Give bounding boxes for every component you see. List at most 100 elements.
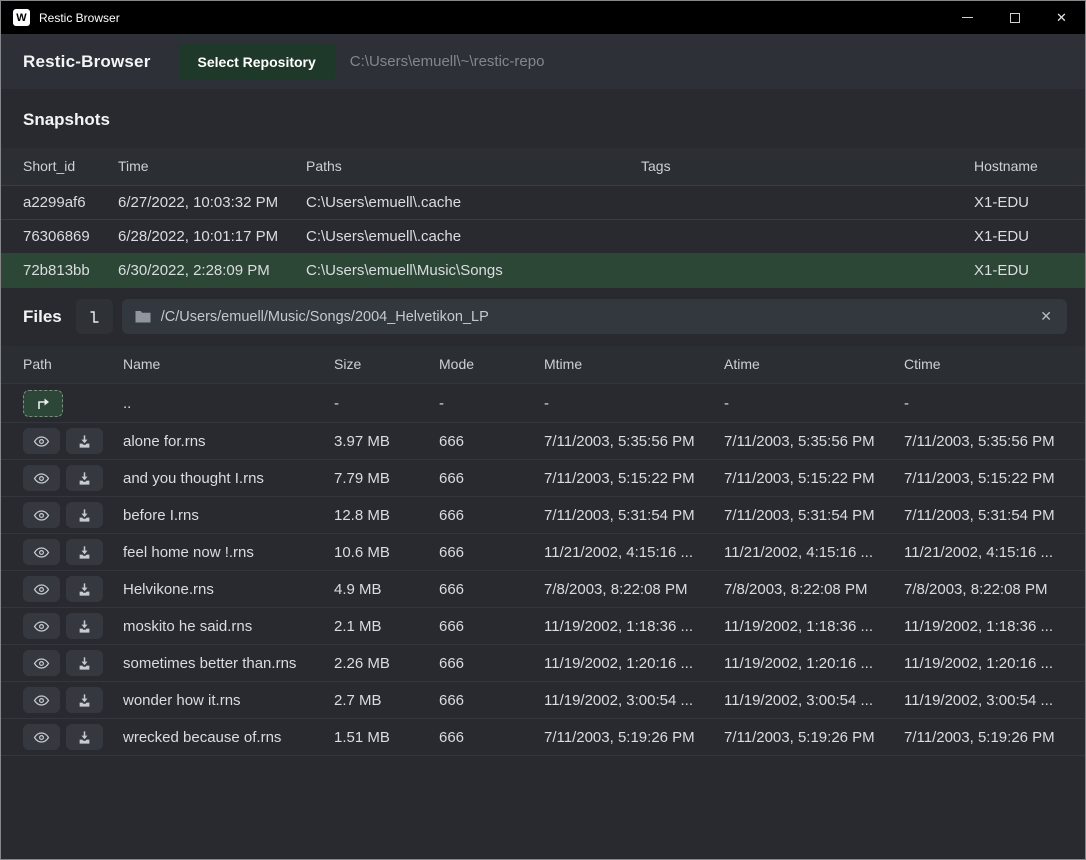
- file-atime: 7/11/2003, 5:35:56 PM: [724, 423, 904, 460]
- snapshots-body: a2299af6 6/27/2022, 10:03:32 PM C:\Users…: [1, 185, 1085, 287]
- file-mtime: 7/11/2003, 5:15:22 PM: [544, 460, 724, 497]
- file-row[interactable]: wrecked because of.rns 1.51 MB 666 7/11/…: [1, 719, 1085, 756]
- eye-icon: [33, 508, 50, 523]
- file-atime: 7/11/2003, 5:19:26 PM: [724, 719, 904, 756]
- file-name: wonder how it.rns: [123, 682, 334, 719]
- file-row[interactable]: sometimes better than.rns 2.26 MB 666 11…: [1, 645, 1085, 682]
- maximize-icon: [1010, 13, 1020, 23]
- file-mode: 666: [439, 645, 544, 682]
- file-ctime: 11/21/2002, 4:15:16 ...: [904, 534, 1085, 571]
- download-file-button[interactable]: [66, 539, 103, 565]
- file-row[interactable]: before I.rns 12.8 MB 666 7/11/2003, 5:31…: [1, 497, 1085, 534]
- parent-directory-row[interactable]: .. - - - - -: [1, 384, 1085, 423]
- view-file-button[interactable]: [23, 576, 60, 602]
- download-file-button[interactable]: [66, 687, 103, 713]
- file-row[interactable]: and you thought I.rns 7.79 MB 666 7/11/2…: [1, 460, 1085, 497]
- snapshot-tags: [641, 185, 974, 219]
- clear-path-button[interactable]: ✕: [1038, 308, 1054, 325]
- eye-icon: [33, 619, 50, 634]
- eye-icon: [33, 471, 50, 486]
- file-row[interactable]: feel home now !.rns 10.6 MB 666 11/21/20…: [1, 534, 1085, 571]
- close-icon: ✕: [1056, 11, 1067, 24]
- file-name: and you thought I.rns: [123, 460, 334, 497]
- view-file-button[interactable]: [23, 613, 60, 639]
- file-ctime: 11/19/2002, 1:18:36 ...: [904, 608, 1085, 645]
- view-file-button[interactable]: [23, 650, 60, 676]
- view-file-button[interactable]: [23, 428, 60, 454]
- file-row[interactable]: alone for.rns 3.97 MB 666 7/11/2003, 5:3…: [1, 423, 1085, 460]
- eye-icon: [33, 730, 50, 745]
- file-ctime: 7/11/2003, 5:15:22 PM: [904, 460, 1085, 497]
- files-header-row: Path Name Size Mode Mtime Atime Ctime: [1, 346, 1085, 384]
- file-ctime: 7/8/2003, 8:22:08 PM: [904, 571, 1085, 608]
- download-icon: [77, 619, 92, 634]
- file-mtime: 11/21/2002, 4:15:16 ...: [544, 534, 724, 571]
- window-title: Restic Browser: [39, 11, 120, 25]
- column-header-atime: Atime: [724, 346, 904, 384]
- maximize-button[interactable]: [991, 1, 1038, 34]
- parent-atime: -: [724, 384, 904, 423]
- snapshots-table: Short_id Time Paths Tags Hostname a2299a…: [1, 148, 1085, 288]
- eye-icon: [33, 582, 50, 597]
- download-file-button[interactable]: [66, 502, 103, 528]
- download-file-button[interactable]: [66, 650, 103, 676]
- download-file-button[interactable]: [66, 465, 103, 491]
- repository-path: C:\Users\emuell\~\restic-repo: [350, 53, 545, 70]
- eye-icon: [33, 656, 50, 671]
- snapshot-tags: [641, 253, 974, 287]
- select-repository-button[interactable]: Select Repository: [179, 44, 335, 80]
- file-size: 10.6 MB: [334, 534, 439, 571]
- snapshot-short-id: a2299af6: [1, 185, 118, 219]
- column-header-short-id: Short_id: [1, 148, 118, 185]
- file-ctime: 7/11/2003, 5:19:26 PM: [904, 719, 1085, 756]
- file-path-input[interactable]: /C/Users/emuell/Music/Songs/2004_Helveti…: [122, 299, 1067, 334]
- snapshot-row[interactable]: 76306869 6/28/2022, 10:01:17 PM C:\Users…: [1, 219, 1085, 253]
- download-file-button[interactable]: [66, 428, 103, 454]
- eye-icon: [33, 545, 50, 560]
- eye-icon: [33, 434, 50, 449]
- view-file-button[interactable]: [23, 539, 60, 565]
- view-file-button[interactable]: [23, 687, 60, 713]
- view-file-button[interactable]: [23, 502, 60, 528]
- file-mode: 666: [439, 423, 544, 460]
- minimize-button[interactable]: [944, 1, 991, 34]
- up-directory-button[interactable]: [23, 390, 63, 417]
- file-mtime: 11/19/2002, 3:00:54 ...: [544, 682, 724, 719]
- file-row[interactable]: moskito he said.rns 2.1 MB 666 11/19/200…: [1, 608, 1085, 645]
- clear-icon: ✕: [1040, 308, 1052, 324]
- snapshot-time: 6/30/2022, 2:28:09 PM: [118, 253, 306, 287]
- file-mode: 666: [439, 682, 544, 719]
- download-file-button[interactable]: [66, 576, 103, 602]
- file-mode: 666: [439, 608, 544, 645]
- parent-mtime: -: [544, 384, 724, 423]
- file-mtime: 7/11/2003, 5:31:54 PM: [544, 497, 724, 534]
- app-logo: W: [13, 9, 30, 26]
- view-file-button[interactable]: [23, 724, 60, 750]
- file-row[interactable]: Helvikone.rns 4.9 MB 666 7/8/2003, 8:22:…: [1, 571, 1085, 608]
- download-file-button[interactable]: [66, 613, 103, 639]
- snapshot-row[interactable]: a2299af6 6/27/2022, 10:03:32 PM C:\Users…: [1, 185, 1085, 219]
- file-mtime: 11/19/2002, 1:18:36 ...: [544, 608, 724, 645]
- toggle-path-mode-button[interactable]: [76, 299, 113, 334]
- snapshot-row[interactable]: 72b813bb 6/30/2022, 2:28:09 PM C:\Users\…: [1, 253, 1085, 287]
- file-size: 7.79 MB: [334, 460, 439, 497]
- download-icon: [77, 656, 92, 671]
- file-ctime: 7/11/2003, 5:35:56 PM: [904, 423, 1085, 460]
- minimize-icon: [962, 17, 973, 18]
- files-table: Path Name Size Mode Mtime Atime Ctime .: [1, 346, 1085, 757]
- file-size: 12.8 MB: [334, 497, 439, 534]
- snapshot-hostname: X1-EDU: [974, 185, 1085, 219]
- view-file-button[interactable]: [23, 465, 60, 491]
- file-name: alone for.rns: [123, 423, 334, 460]
- close-button[interactable]: ✕: [1038, 1, 1085, 34]
- snapshot-hostname: X1-EDU: [974, 219, 1085, 253]
- file-row[interactable]: wonder how it.rns 2.7 MB 666 11/19/2002,…: [1, 682, 1085, 719]
- file-mode: 666: [439, 571, 544, 608]
- up-arrow-icon: [35, 397, 51, 410]
- file-ctime: 11/19/2002, 3:00:54 ...: [904, 682, 1085, 719]
- column-header-ctime: Ctime: [904, 346, 1085, 384]
- download-file-button[interactable]: [66, 724, 103, 750]
- snapshot-short-id: 76306869: [1, 219, 118, 253]
- l-glyph-icon: [87, 309, 102, 325]
- file-mode: 666: [439, 534, 544, 571]
